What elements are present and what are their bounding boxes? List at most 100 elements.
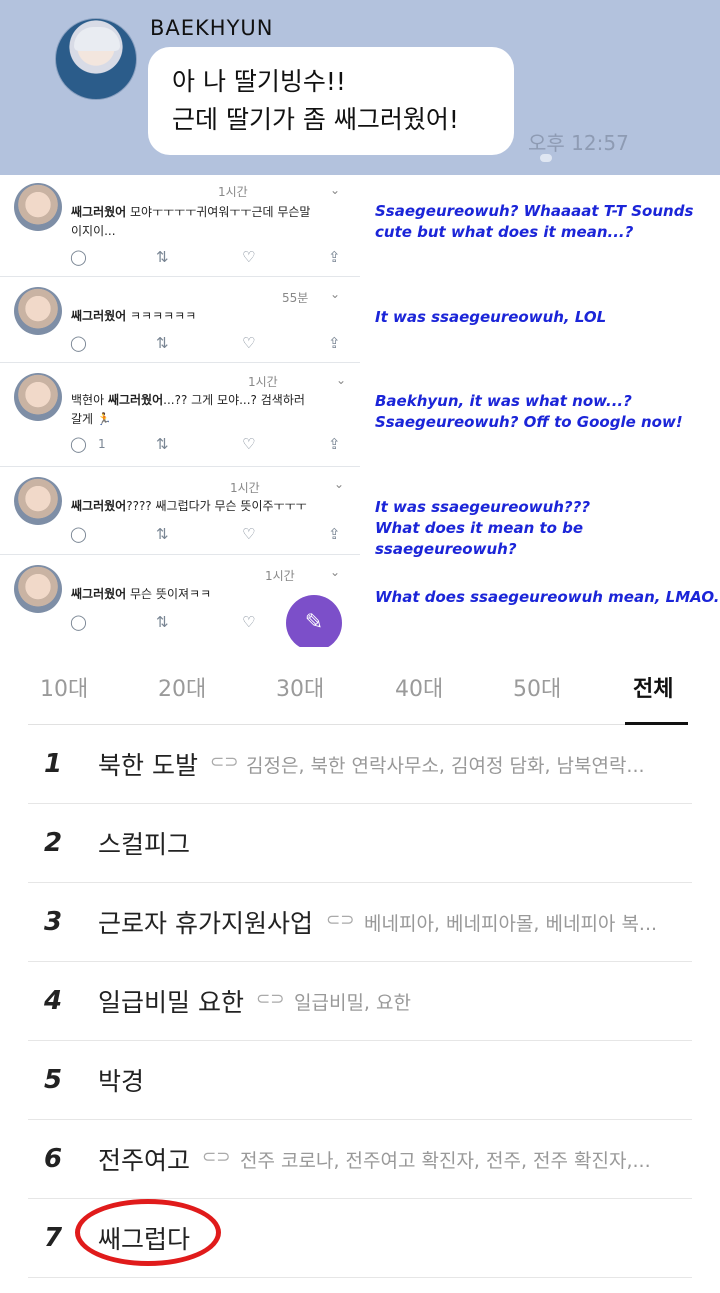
tweet-keyword: 쌔그러웠어 bbox=[71, 205, 127, 219]
tweet-translation: What does ssaegeureowuh mean, LMAO. bbox=[375, 587, 720, 608]
rank-number: 3 bbox=[44, 907, 63, 937]
tweet-item[interactable]: 1시간 ⌄ 쌔그러웠어 모야ㅜㅜㅜㅜ귀여워ㅜㅜ근데 무슨말 이지이... ◯ ⇅… bbox=[0, 175, 360, 277]
rank-title[interactable]: 근로자 휴가지원사업 bbox=[98, 904, 313, 940]
tweet-time: 1시간 bbox=[218, 185, 248, 199]
tweet-text: 쌔그러웠어 모야ㅜㅜㅜㅜ귀여워ㅜㅜ근데 무슨말 이지이... bbox=[71, 203, 356, 241]
share-icon[interactable]: ⇪ bbox=[328, 248, 341, 266]
rank-number: 6 bbox=[44, 1144, 63, 1174]
share-icon[interactable]: ⇪ bbox=[328, 435, 341, 453]
tweet-text-line-1: 무슨 뜻이져ㅋㅋ bbox=[126, 587, 212, 601]
tweet-keyword: 쌔그러웠어 bbox=[71, 309, 127, 323]
reply-icon[interactable]: ◯ bbox=[70, 613, 87, 631]
tweet-avatar[interactable] bbox=[14, 565, 62, 613]
ranking-row[interactable]: 1 북한 도발 ⊂⊃ 김정은, 북한 연락사무소, 김여정 담화, 남북연락..… bbox=[28, 725, 692, 804]
reply-icon[interactable]: ◯ bbox=[70, 248, 87, 266]
link-icon: ⊂⊃ bbox=[326, 910, 355, 930]
share-icon[interactable]: ⇪ bbox=[328, 525, 341, 543]
tweet-text: 백현아 쌔그러웠어...?? 그게 모야...? 검색하러 갈게 🏃 bbox=[71, 391, 356, 429]
tweet-actions: ◯ 1 ⇅ ♡ ⇪ bbox=[70, 435, 345, 455]
chevron-down-icon[interactable]: ⌄ bbox=[336, 373, 346, 387]
tweet-item[interactable]: 1시간 ⌄ 쌔그러웠어???? 쌔그럽다가 무슨 뜻이주ㅜㅜㅜ ◯ ⇅ ♡ ⇪ bbox=[0, 467, 360, 555]
tweet-keyword: 쌔그러웠어 bbox=[71, 499, 127, 513]
tweet-keyword: 쌔그러웠어 bbox=[71, 587, 127, 601]
translation-line-2: Ssaegeureowuh? Off to Google now! bbox=[375, 413, 683, 431]
rank-title[interactable]: 박경 bbox=[98, 1062, 144, 1098]
ranking-row[interactable]: 4 일급비밀 요한 ⊂⊃ 일급비밀, 요한 bbox=[28, 962, 692, 1041]
like-icon[interactable]: ♡ bbox=[242, 525, 255, 543]
chevron-down-icon[interactable]: ⌄ bbox=[334, 477, 344, 491]
ranking-row[interactable]: 3 근로자 휴가지원사업 ⊂⊃ 베네피아, 베네피아몰, 베네피아 복... bbox=[28, 883, 692, 962]
tweet-text-line-1: ㅋㅋㅋㅋㅋㅋ bbox=[126, 309, 197, 323]
chevron-down-icon[interactable]: ⌄ bbox=[330, 287, 340, 301]
tweet-item[interactable]: 55분 ⌄ 쌔그러웠어 ㅋㅋㅋㅋㅋㅋ ◯ ⇅ ♡ ⇪ bbox=[0, 277, 360, 363]
sender-avatar[interactable] bbox=[55, 18, 137, 100]
tweet-avatar[interactable] bbox=[14, 287, 62, 335]
ranking-row[interactable]: 2 스컬피그 bbox=[28, 804, 692, 883]
reply-icon[interactable]: ◯ bbox=[70, 525, 87, 543]
retweet-icon[interactable]: ⇅ bbox=[156, 435, 169, 453]
like-icon[interactable]: ♡ bbox=[242, 248, 255, 266]
chevron-down-icon[interactable]: ⌄ bbox=[330, 565, 340, 579]
rank-number: 7 bbox=[44, 1223, 63, 1253]
rank-number: 1 bbox=[44, 749, 63, 779]
tweet-text-line-1: 모야ㅜㅜㅜㅜ귀여워ㅜㅜ근데 무슨말 bbox=[126, 205, 311, 219]
tweet-translation: It was ssaegeureowuh, LOL bbox=[375, 307, 720, 328]
reply-icon[interactable]: ◯ bbox=[70, 435, 87, 453]
compose-tweet-button[interactable]: ✎ bbox=[286, 595, 342, 651]
translation-line-1: What does ssaegeureowuh mean, LMAO. bbox=[375, 588, 720, 606]
rank-related[interactable]: 일급비밀, 요한 bbox=[294, 988, 692, 1015]
link-icon: ⊂⊃ bbox=[202, 1147, 231, 1167]
retweet-icon[interactable]: ⇅ bbox=[156, 334, 169, 352]
retweet-icon[interactable]: ⇅ bbox=[156, 613, 169, 631]
ranking-row[interactable]: 6 전주여고 ⊂⊃ 전주 코로나, 전주여고 확진자, 전주, 전주 확진자,.… bbox=[28, 1120, 692, 1199]
ranking-row[interactable]: 5 박경 bbox=[28, 1041, 692, 1120]
tweet-avatar[interactable] bbox=[14, 477, 62, 525]
tweet-actions: ◯ ⇅ ♡ ⇪ bbox=[70, 248, 345, 268]
tweet-time: 55분 bbox=[282, 291, 309, 305]
rank-number: 2 bbox=[44, 828, 63, 858]
rank-title[interactable]: 스컬피그 bbox=[98, 825, 190, 861]
message-bubble[interactable]: 아 나 딸기빙수!! 근데 딸기가 좀 쌔그러웠어! bbox=[148, 47, 514, 155]
link-icon: ⊂⊃ bbox=[210, 752, 239, 772]
retweet-icon[interactable]: ⇅ bbox=[156, 248, 169, 266]
like-icon[interactable]: ♡ bbox=[242, 435, 255, 453]
tweet-text-line-2: 이지이... bbox=[71, 224, 116, 238]
tab-all[interactable]: 전체 bbox=[633, 671, 673, 703]
rank-title[interactable]: 일급비밀 요한 bbox=[98, 983, 244, 1019]
translation-line-2: What does it mean to be ssaegeureowuh? bbox=[375, 519, 584, 558]
tweet-text-line-2: 갈게 🏃 bbox=[71, 412, 112, 426]
tweet-time: 1시간 bbox=[230, 481, 260, 495]
like-icon[interactable]: ♡ bbox=[242, 613, 255, 631]
rank-related[interactable]: 전주 코로나, 전주여고 확진자, 전주, 전주 확진자,... bbox=[240, 1146, 692, 1173]
reply-icon[interactable]: ◯ bbox=[70, 334, 87, 352]
link-icon: ⊂⊃ bbox=[256, 989, 285, 1009]
tab-30s[interactable]: 30대 bbox=[276, 671, 324, 703]
rank-related[interactable]: 베네피아, 베네피아몰, 베네피아 복... bbox=[364, 909, 692, 936]
tab-50s[interactable]: 50대 bbox=[513, 671, 561, 703]
like-icon[interactable]: ♡ bbox=[242, 334, 255, 352]
tweet-translation: Baekhyun, it was what now...? Ssaegeureo… bbox=[375, 391, 720, 433]
tweet-item[interactable]: 1시간 ⌄ 백현아 쌔그러웠어...?? 그게 모야...? 검색하러 갈게 🏃… bbox=[0, 363, 360, 467]
read-indicator bbox=[540, 154, 552, 162]
rank-title[interactable]: 전주여고 bbox=[98, 1141, 190, 1177]
tweet-time: 1시간 bbox=[248, 375, 278, 389]
tab-10s[interactable]: 10대 bbox=[40, 671, 88, 703]
tweet-avatar[interactable] bbox=[14, 373, 62, 421]
trending-ranking-section: 10대 20대 30대 40대 50대 전체 1 북한 도발 ⊂⊃ 김정은, 북… bbox=[0, 647, 720, 1293]
rank-title[interactable]: 북한 도발 bbox=[98, 746, 198, 782]
tweet-text-line-1: ...?? 그게 모야...? 검색하러 bbox=[163, 393, 305, 407]
tab-20s[interactable]: 20대 bbox=[158, 671, 206, 703]
rank-related[interactable]: 김정은, 북한 연락사무소, 김여정 담화, 남북연락... bbox=[246, 751, 692, 778]
age-tab-bar: 10대 20대 30대 40대 50대 전체 bbox=[28, 647, 688, 725]
tweets-section: 1시간 ⌄ 쌔그러웠어 모야ㅜㅜㅜㅜ귀여워ㅜㅜ근데 무슨말 이지이... ◯ ⇅… bbox=[0, 175, 720, 651]
tab-40s[interactable]: 40대 bbox=[395, 671, 443, 703]
retweet-icon[interactable]: ⇅ bbox=[156, 525, 169, 543]
share-icon[interactable]: ⇪ bbox=[328, 334, 341, 352]
chat-message-section: BAEKHYUN 아 나 딸기빙수!! 근데 딸기가 좀 쌔그러웠어! 오후 1… bbox=[0, 0, 720, 175]
tweet-time: 1시간 bbox=[265, 569, 295, 583]
chevron-down-icon[interactable]: ⌄ bbox=[330, 183, 340, 197]
rank-number: 5 bbox=[44, 1065, 63, 1095]
translation-line-1: Ssaegeureowuh? Whaaaat T-T Sounds bbox=[375, 202, 694, 220]
reply-count: 1 bbox=[98, 437, 106, 451]
tweet-avatar[interactable] bbox=[14, 183, 62, 231]
